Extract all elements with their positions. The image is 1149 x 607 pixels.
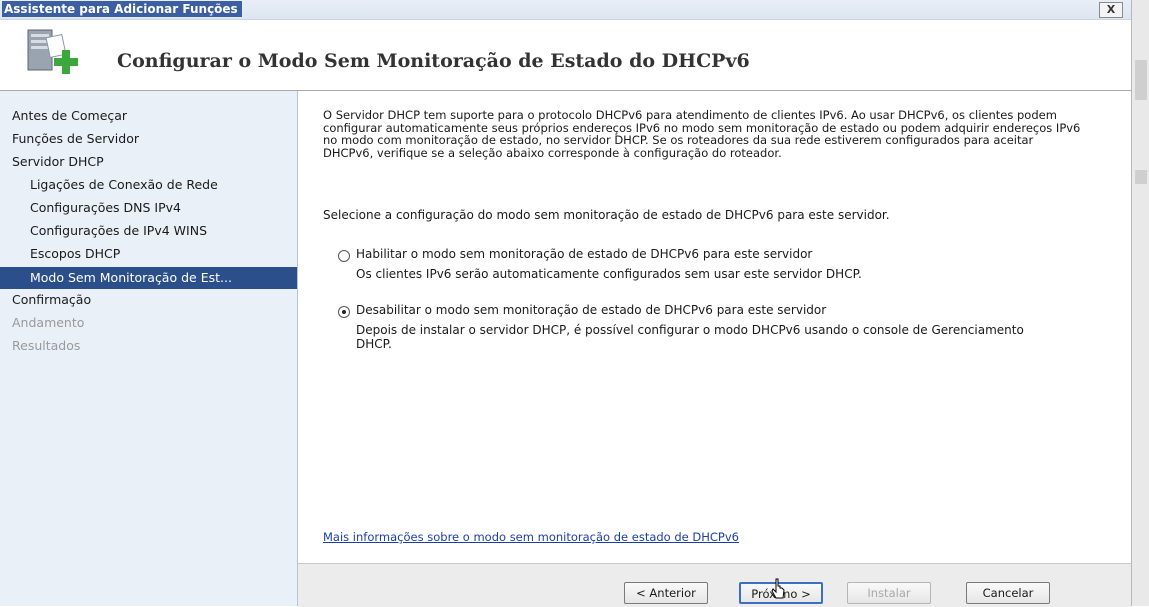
nav-item-label: Confirmação [12, 292, 92, 307]
wizard-footer: < Anterior Próximo > Instalar Cancelar [298, 563, 1131, 607]
nav-item-label: Andamento [12, 315, 85, 330]
background-window-edge [1131, 0, 1149, 606]
nav-item-label: Antes de Começar [12, 108, 128, 123]
scroll-thumb [1135, 60, 1147, 100]
nav-item-label: Configurações DNS IPv4 [30, 200, 181, 215]
page-title: Configurar o Modo Sem Monitoração de Est… [117, 50, 750, 72]
disable-stateless-radio[interactable] [338, 306, 350, 318]
nav-item-andamento: Andamento [0, 312, 297, 334]
nav-item-configuracoes-dns[interactable]: Configurações DNS IPv4 [0, 197, 297, 219]
nav-item-label: Resultados [12, 338, 81, 353]
nav-item-label: Servidor DHCP [12, 154, 104, 169]
cancel-button[interactable]: Cancelar [966, 582, 1050, 604]
close-button[interactable]: X [1099, 2, 1123, 18]
nav-item-label: Funções de Servidor [12, 131, 140, 146]
selection-prompt: Selecione a configuração do modo sem mon… [323, 208, 890, 222]
wizard-content: O Servidor DHCP tem suporte para o proto… [298, 91, 1131, 563]
nav-item-resultados: Resultados [0, 335, 297, 357]
nav-item-label: Modo Sem Monitoração de Est... [30, 270, 232, 285]
disable-stateless-description: Depois de instalar o servidor DHCP, é po… [356, 323, 1024, 351]
nav-item-label: Escopos DHCP [30, 246, 121, 261]
nav-item-label: Ligações de Conexão de Rede [30, 177, 218, 192]
mouse-cursor-icon [771, 578, 785, 599]
more-info-link[interactable]: Mais informações sobre o modo sem monito… [323, 530, 739, 544]
enable-stateless-label[interactable]: Habilitar o modo sem monitoração de esta… [356, 247, 812, 261]
nav-item-modo-sem-monitoracao[interactable]: Modo Sem Monitoração de Est... [0, 267, 297, 289]
scroll-thumb-secondary [1135, 170, 1147, 184]
title-bar: Assistente para Adicionar Funções X [0, 0, 1149, 20]
wizard-header: Configurar o Modo Sem Monitoração de Est… [0, 20, 1131, 91]
nav-item-antes-de-comecar[interactable]: Antes de Começar [0, 105, 297, 127]
nav-item-configuracoes-wins[interactable]: Configurações de IPv4 WINS [0, 220, 297, 242]
back-button[interactable]: < Anterior [624, 582, 708, 604]
nav-item-funcoes-de-servidor[interactable]: Funções de Servidor [0, 128, 297, 150]
nav-item-ligacoes-de-conexao[interactable]: Ligações de Conexão de Rede [0, 174, 297, 196]
disable-stateless-label[interactable]: Desabilitar o modo sem monitoração de es… [356, 303, 826, 317]
nav-item-escopos-dhcp[interactable]: Escopos DHCP [0, 243, 297, 265]
enable-stateless-radio[interactable] [338, 250, 350, 262]
nav-item-servidor-dhcp[interactable]: Servidor DHCP [0, 151, 297, 173]
install-button[interactable]: Instalar [847, 582, 931, 604]
wizard-steps-nav: Antes de Começar Funções de Servidor Ser… [0, 91, 298, 606]
nav-item-confirmacao[interactable]: Confirmação [0, 289, 297, 311]
window-title: Assistente para Adicionar Funções [2, 1, 242, 17]
server-add-icon [27, 29, 78, 74]
enable-stateless-description: Os clientes IPv6 serão automaticamente c… [356, 267, 862, 281]
nav-item-label: Configurações de IPv4 WINS [30, 223, 208, 238]
description-text: O Servidor DHCP tem suporte para o proto… [323, 108, 1081, 160]
